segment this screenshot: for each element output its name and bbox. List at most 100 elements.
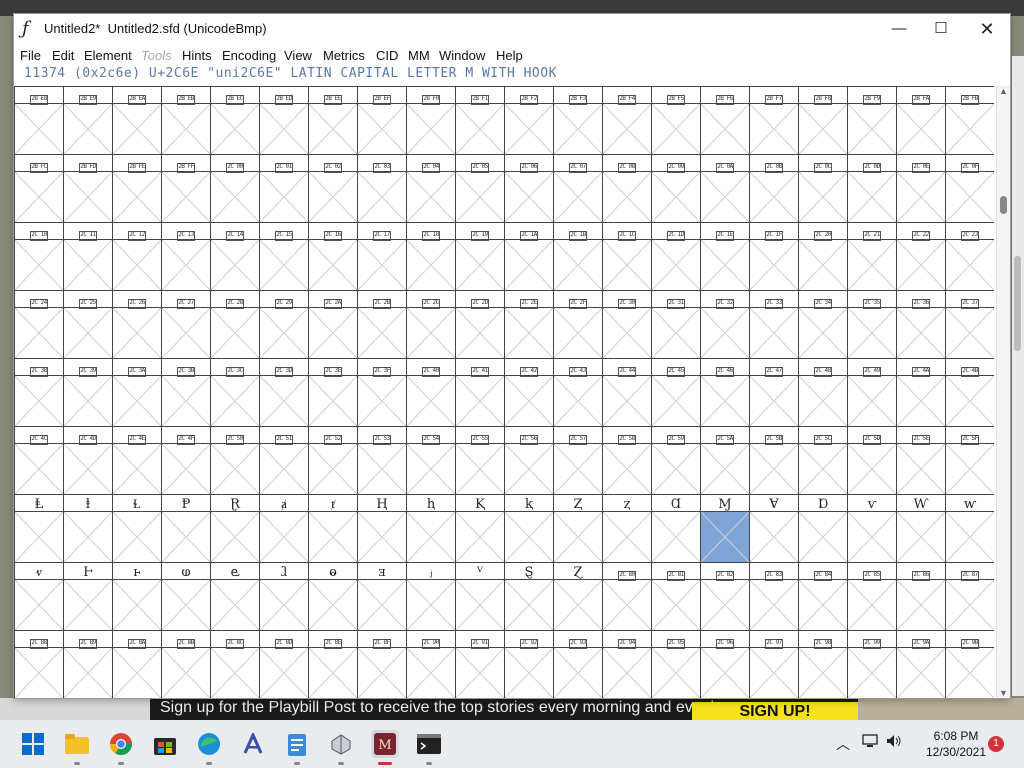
glyph-box[interactable] — [63, 443, 112, 494]
title-bar[interactable]: ƒ Untitled2* Untitled2.sfd (UnicodeBmp) … — [14, 14, 1010, 44]
glyph-cell[interactable]: 2B EA — [112, 86, 161, 154]
glyph-cell[interactable]: 2C 1E — [700, 222, 749, 290]
glyph-box[interactable] — [798, 307, 847, 358]
glyph-box[interactable] — [14, 647, 63, 698]
glyph-box[interactable] — [945, 375, 994, 426]
glyph-cell[interactable]: 2C 0D — [847, 154, 896, 222]
glyph-box[interactable] — [259, 647, 308, 698]
glyph-cell[interactable]: 2B E9 — [63, 86, 112, 154]
glyph-box[interactable] — [63, 103, 112, 154]
glyph-cell[interactable]: ⱶ — [112, 562, 161, 630]
menu-metrics[interactable]: Metrics — [323, 48, 365, 63]
glyph-cell[interactable]: 2C 23 — [945, 222, 994, 290]
glyph-cell[interactable]: 2C 54 — [406, 426, 455, 494]
glyph-cell[interactable]: 2B F4 — [602, 86, 651, 154]
glyph-cell[interactable]: 2B EF — [357, 86, 406, 154]
store-icon[interactable] — [151, 730, 179, 758]
glyph-box[interactable] — [651, 647, 700, 698]
glyph-cell[interactable]: 2B F9 — [847, 86, 896, 154]
glyph-box[interactable] — [14, 307, 63, 358]
glyph-box[interactable] — [553, 307, 602, 358]
banner-signup-button[interactable]: SIGN UP! — [692, 702, 858, 720]
menu-edit[interactable]: Edit — [52, 48, 74, 63]
glyph-box[interactable] — [357, 239, 406, 290]
glyph-box[interactable] — [210, 511, 259, 562]
glyph-box[interactable] — [651, 171, 700, 222]
glyph-box[interactable] — [406, 647, 455, 698]
glyph-cell[interactable]: 2C 8A — [112, 630, 161, 698]
glyph-box[interactable] — [210, 443, 259, 494]
glyph-box[interactable] — [14, 375, 63, 426]
glyph-cell[interactable]: 2C 05 — [455, 154, 504, 222]
glyph-cell[interactable]: 2C 07 — [553, 154, 602, 222]
glyph-box[interactable] — [700, 443, 749, 494]
glyph-cell[interactable]: 2C 3A — [112, 358, 161, 426]
glyph-box[interactable] — [553, 375, 602, 426]
glyph-cell[interactable]: 2C 8F — [357, 630, 406, 698]
glyph-box[interactable] — [798, 511, 847, 562]
glyph-cell[interactable]: 2C 90 — [406, 630, 455, 698]
glyph-box[interactable] — [504, 443, 553, 494]
glyph-cell[interactable]: 2C 4B — [945, 358, 994, 426]
glyph-cell[interactable]: 2B FF — [161, 154, 210, 222]
glyph-box[interactable] — [651, 103, 700, 154]
glyph-cell[interactable]: 2C 1F — [749, 222, 798, 290]
glyph-cell[interactable]: 2C 34 — [798, 290, 847, 358]
glyph-cell[interactable]: 2C 98 — [798, 630, 847, 698]
glyph-cell[interactable]: Ⱶ — [63, 562, 112, 630]
glyph-cell[interactable]: 2C 31 — [651, 290, 700, 358]
glyph-cell[interactable]: 2C 42 — [504, 358, 553, 426]
glyph-box[interactable] — [455, 103, 504, 154]
glyph-cell[interactable]: 2C 85 — [847, 562, 896, 630]
glyph-box[interactable] — [161, 579, 210, 630]
glyph-box[interactable] — [14, 239, 63, 290]
glyph-box[interactable] — [602, 579, 651, 630]
glyph-box[interactable] — [14, 171, 63, 222]
glyph-cell[interactable]: 2C 44 — [602, 358, 651, 426]
glyph-box[interactable] — [455, 579, 504, 630]
glyph-box[interactable] — [700, 103, 749, 154]
glyph-box[interactable] — [308, 647, 357, 698]
glyph-cell[interactable]: 2C 52 — [308, 426, 357, 494]
glyph-box[interactable] — [651, 443, 700, 494]
glyph-box[interactable] — [749, 647, 798, 698]
glyph-cell[interactable]: Ɱ — [700, 494, 749, 562]
glyph-box[interactable] — [210, 579, 259, 630]
glyph-box[interactable] — [798, 171, 847, 222]
glyph-cell[interactable]: ⱦ — [308, 494, 357, 562]
glyph-box[interactable] — [602, 171, 651, 222]
glyph-cell[interactable]: ⱽ — [455, 562, 504, 630]
glyph-cell[interactable]: 2C 41 — [455, 358, 504, 426]
glyph-box[interactable] — [112, 579, 161, 630]
glyph-cell[interactable]: 2C 51 — [259, 426, 308, 494]
glyph-cell[interactable]: 2C 48 — [798, 358, 847, 426]
glyph-cell[interactable]: 2C 4E — [112, 426, 161, 494]
glyph-cell[interactable]: 2C 86 — [896, 562, 945, 630]
maximize-button[interactable]: ☐ — [918, 14, 964, 44]
glyph-cell[interactable]: 2C 0F — [945, 154, 994, 222]
glyph-box[interactable] — [847, 647, 896, 698]
glyph-box[interactable] — [259, 375, 308, 426]
glyph-box[interactable] — [651, 239, 700, 290]
menu-encoding[interactable]: Encoding — [222, 48, 276, 63]
scroll-thumb[interactable] — [1000, 196, 1007, 214]
glyph-box[interactable] — [308, 443, 357, 494]
glyph-box[interactable] — [406, 103, 455, 154]
glyph-box[interactable] — [112, 103, 161, 154]
glyph-box[interactable] — [406, 171, 455, 222]
glyph-box[interactable] — [553, 103, 602, 154]
glyph-box[interactable] — [112, 647, 161, 698]
fontforge-taskbar-icon[interactable]: M — [371, 730, 399, 758]
glyph-box[interactable] — [112, 511, 161, 562]
glyph-cell[interactable]: 2B FA — [896, 86, 945, 154]
glyph-cell[interactable]: 2C 28 — [210, 290, 259, 358]
glyph-cell[interactable]: 2C 81 — [651, 562, 700, 630]
scroll-down-arrow-icon[interactable]: ▼ — [999, 688, 1008, 698]
glyph-box[interactable] — [406, 239, 455, 290]
glyph-cell[interactable]: 2C 55 — [455, 426, 504, 494]
glyph-box[interactable] — [455, 239, 504, 290]
glyph-cell[interactable]: 2C 45 — [651, 358, 700, 426]
glyph-cell[interactable]: 2C 22 — [896, 222, 945, 290]
glyph-cell[interactable]: Ɀ — [553, 562, 602, 630]
glyph-box[interactable] — [406, 579, 455, 630]
